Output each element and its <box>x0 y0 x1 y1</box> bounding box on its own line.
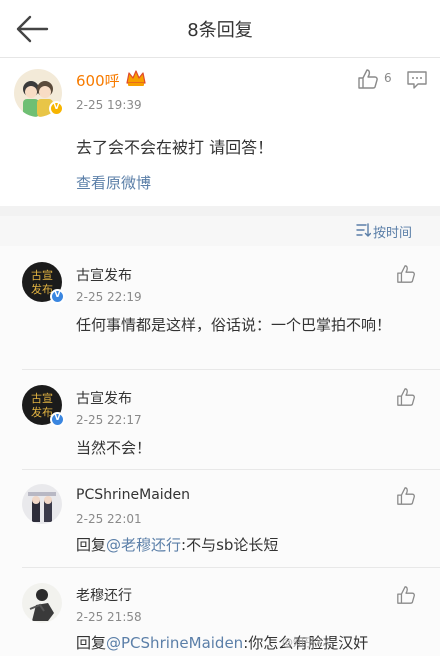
mention-link[interactable]: @老穆还行 <box>106 536 181 554</box>
sort-bar: 按时间 <box>0 216 440 246</box>
sort-icon[interactable] <box>356 223 371 237</box>
page-title: 8条回复 <box>187 20 253 41</box>
comment-item: PCShrineMaiden 2-25 22:01 回复@老穆还行:不与sb论长… <box>0 470 440 568</box>
thumbs-up-icon[interactable] <box>396 585 416 605</box>
reply-prefix: 回复 <box>76 634 107 652</box>
post-time: 2-25 19:39 <box>76 98 142 112</box>
thumbs-up-icon[interactable] <box>396 264 416 284</box>
comment-username[interactable]: 老穆还行 <box>76 585 132 605</box>
reply-prefix: 回复 <box>76 536 107 554</box>
comment-username[interactable]: 古宣发布 <box>76 265 132 285</box>
avatar[interactable] <box>22 583 62 623</box>
comment-text: 任何事情都是这样，俗话说：一个巴掌拍不响！ <box>76 316 392 334</box>
comment-text: 当然不会！ <box>76 439 152 457</box>
comment-item: 古宣 发布 V 古宣发布 2-25 22:19 任何事情都是这样，俗话说：一个巴… <box>0 246 440 370</box>
thumbs-up-icon[interactable] <box>396 486 416 506</box>
thumbs-up-icon[interactable] <box>357 68 379 90</box>
comment-text: 回复@老穆还行:不与sb论长短 <box>76 533 416 558</box>
thumbs-up-icon[interactable] <box>396 387 416 407</box>
section-divider <box>0 206 440 216</box>
post-text: 去了会不会在被打 请回答！ <box>76 138 274 157</box>
comment-text: 回复@PCShrineMaiden:你怎么有脸提汉奸 <box>76 631 436 656</box>
mention-link[interactable]: @PCShrineMaiden <box>106 634 243 652</box>
original-post: V 600呼 2-25 19:39 6 去了会不会在被打 请回答！ 查看原微博 <box>0 58 440 206</box>
view-original-link[interactable]: 查看原微博 <box>76 172 151 193</box>
like-count: 6 <box>384 71 392 85</box>
comment-time: 2-25 22:19 <box>76 290 142 304</box>
avatar[interactable] <box>22 484 62 524</box>
verified-badge: V <box>49 101 64 116</box>
comment-time: 2-25 21:58 <box>76 610 142 624</box>
comment-icon[interactable] <box>406 70 428 90</box>
comment-list: 古宣 发布 V 古宣发布 2-25 22:19 任何事情都是这样，俗话说：一个巴… <box>0 246 440 656</box>
comment-username[interactable]: PCShrineMaiden <box>76 487 190 503</box>
comment-time: 2-25 22:17 <box>76 413 142 427</box>
sort-by-time-button[interactable]: 按时间 <box>373 222 412 241</box>
comment-time: 2-25 22:01 <box>76 512 142 526</box>
verified-badge: V <box>50 412 65 427</box>
verified-badge: V <box>50 289 65 304</box>
svg-text:古宣: 古宣 <box>31 268 53 282</box>
watermark: @知乎XX <box>282 636 331 649</box>
comment-username[interactable]: 古宣发布 <box>76 388 132 408</box>
reply-body: :不与sb论长短 <box>181 536 279 554</box>
top-bar: 8条回复 <box>0 0 440 58</box>
crown-icon <box>126 70 146 86</box>
comment-item: 古宣 发布 V 古宣发布 2-25 22:17 当然不会！ <box>0 370 440 470</box>
svg-text:古宣: 古宣 <box>31 391 53 405</box>
post-username[interactable]: 600呼 <box>76 70 120 91</box>
comment-item: 老穆还行 2-25 21:58 回复@PCShrineMaiden:你怎么有脸提… <box>0 568 440 656</box>
